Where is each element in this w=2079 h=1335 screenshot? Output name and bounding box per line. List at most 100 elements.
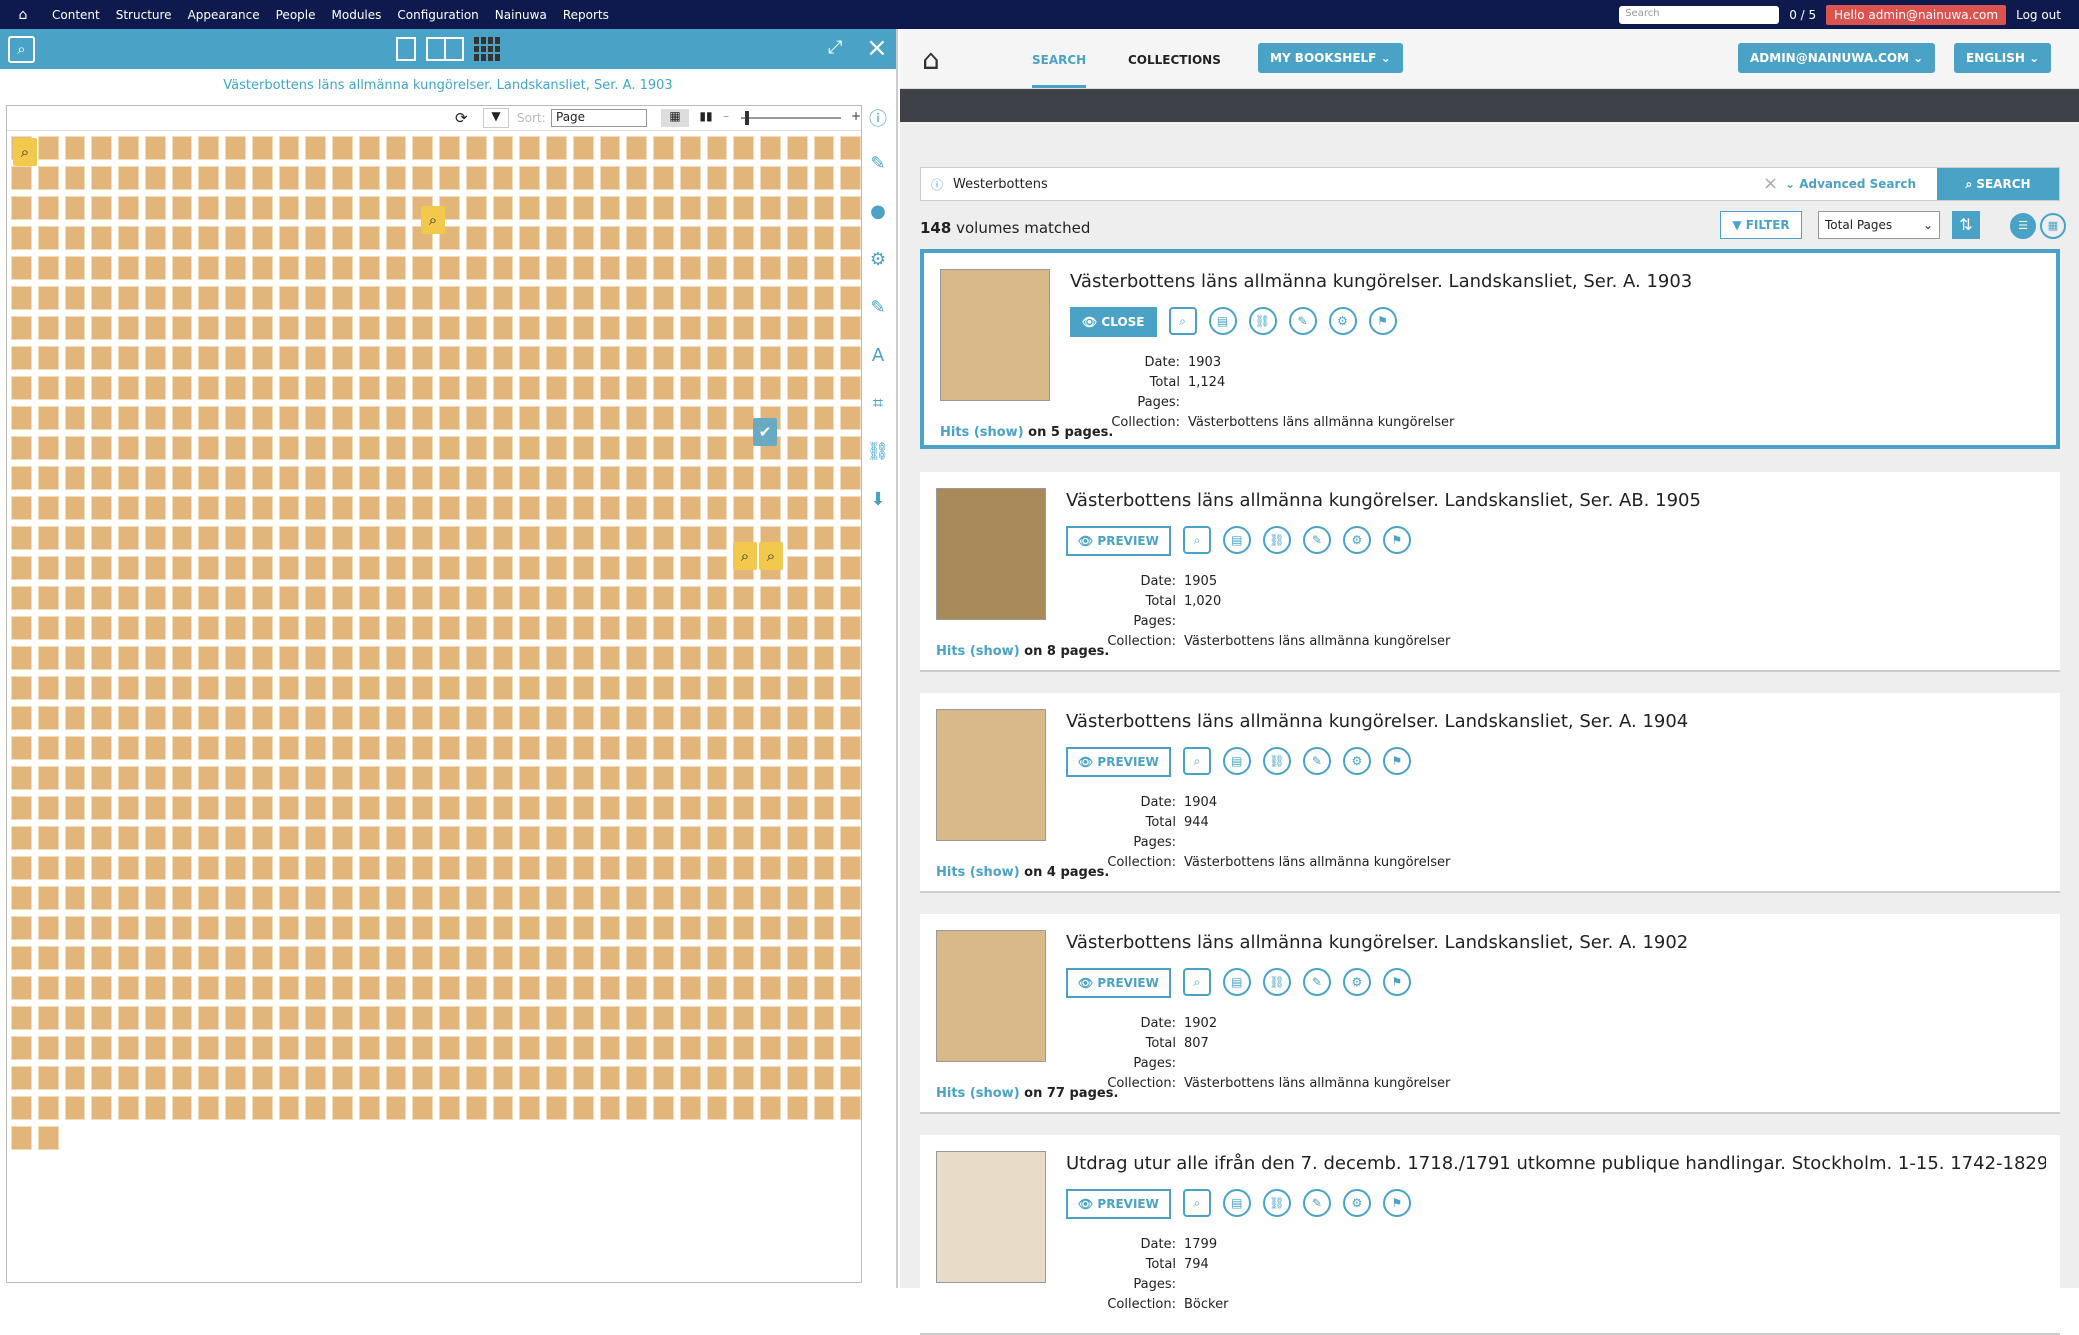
- page-thumbnail[interactable]: [225, 496, 246, 520]
- page-thumbnail[interactable]: [572, 1006, 594, 1030]
- page-thumbnail[interactable]: [546, 796, 567, 820]
- page-thumbnail[interactable]: [572, 976, 594, 1000]
- page-thumbnail[interactable]: [198, 256, 219, 280]
- page-thumbnail[interactable]: [91, 136, 112, 160]
- page-thumbnail[interactable]: [706, 526, 728, 550]
- page-thumbnail[interactable]: [385, 706, 407, 730]
- page-thumbnail[interactable]: [572, 646, 594, 670]
- page-thumbnail[interactable]: [332, 736, 353, 760]
- page-thumbnail[interactable]: [305, 646, 326, 670]
- page-thumbnail[interactable]: [278, 316, 300, 340]
- page-thumbnail[interactable]: [733, 1096, 754, 1120]
- page-thumbnail[interactable]: [706, 346, 728, 370]
- page-thumbnail[interactable]: [599, 166, 621, 190]
- page-thumbnail[interactable]: [653, 886, 674, 910]
- page-thumbnail[interactable]: [733, 496, 754, 520]
- page-thumbnail[interactable]: [305, 466, 326, 490]
- page-thumbnail[interactable]: [439, 496, 460, 520]
- page-thumbnail[interactable]: [439, 766, 460, 790]
- page-thumbnail[interactable]: [64, 736, 86, 760]
- page-thumbnail[interactable]: [465, 766, 487, 790]
- page-thumbnail[interactable]: [278, 496, 300, 520]
- page-thumbnail[interactable]: [786, 406, 808, 430]
- page-thumbnail[interactable]: [144, 586, 166, 610]
- page-thumbnail[interactable]: [626, 1006, 647, 1030]
- page-thumbnail[interactable]: [546, 886, 567, 910]
- page-thumbnail[interactable]: [653, 436, 674, 460]
- page-thumbnail[interactable]: [653, 586, 674, 610]
- page-thumbnail[interactable]: [198, 616, 219, 640]
- page-thumbnail[interactable]: [118, 496, 139, 520]
- page-thumbnail[interactable]: [546, 946, 567, 970]
- page-thumbnail[interactable]: [144, 136, 166, 160]
- page-thumbnail[interactable]: [626, 166, 647, 190]
- search-button[interactable]: ⌕ SEARCH: [1937, 168, 2059, 200]
- page-thumbnail[interactable]: [519, 856, 540, 880]
- page-thumbnail[interactable]: [251, 376, 273, 400]
- result-title[interactable]: Utdrag utur alle ifrån den 7. decemb. 17…: [1066, 1153, 2046, 1174]
- page-thumbnail[interactable]: [465, 436, 487, 460]
- page-thumbnail[interactable]: [144, 466, 166, 490]
- page-thumbnail[interactable]: [37, 1126, 59, 1150]
- page-thumbnail[interactable]: [760, 346, 781, 370]
- page-thumbnail[interactable]: [251, 466, 273, 490]
- page-thumbnail[interactable]: [733, 976, 754, 1000]
- settings-icon[interactable]: ⚙: [1342, 747, 1371, 775]
- page-thumbnail[interactable]: [546, 1036, 567, 1060]
- page-thumbnail[interactable]: [786, 856, 808, 880]
- page-thumbnail[interactable]: [519, 916, 540, 940]
- page-thumbnail[interactable]: [626, 496, 647, 520]
- page-thumbnail[interactable]: [786, 826, 808, 850]
- page-thumbnail[interactable]: [679, 1036, 701, 1060]
- page-thumbnail[interactable]: [626, 556, 647, 580]
- page-thumbnail[interactable]: [492, 856, 514, 880]
- page-thumbnail[interactable]: [91, 796, 112, 820]
- page-thumbnail[interactable]: [706, 286, 728, 310]
- page-thumbnail[interactable]: [786, 1036, 808, 1060]
- page-thumbnail[interactable]: [305, 586, 326, 610]
- link-icon[interactable]: ⛓: [1262, 1189, 1291, 1217]
- page-thumbnail[interactable]: [492, 286, 514, 310]
- page-thumbnail[interactable]: [358, 646, 380, 670]
- page-thumbnail[interactable]: [385, 346, 407, 370]
- page-thumbnail[interactable]: [144, 826, 166, 850]
- page-thumbnail[interactable]: [626, 286, 647, 310]
- page-thumbnail[interactable]: [37, 586, 59, 610]
- page-thumbnail[interactable]: [760, 736, 781, 760]
- page-thumbnail[interactable]: [251, 856, 273, 880]
- page-thumbnail[interactable]: [626, 766, 647, 790]
- page-thumbnail[interactable]: [706, 376, 728, 400]
- page-thumbnail[interactable]: [305, 916, 326, 940]
- page-thumbnail[interactable]: [439, 1036, 460, 1060]
- page-thumbnail[interactable]: [813, 526, 835, 550]
- result-title[interactable]: Västerbottens läns allmänna kungörelser.…: [1066, 490, 2046, 511]
- page-thumbnail[interactable]: [118, 346, 139, 370]
- search-hit-icon[interactable]: ⌕: [13, 138, 37, 166]
- page-thumbnail[interactable]: [305, 166, 326, 190]
- page-thumbnail[interactable]: [626, 706, 647, 730]
- page-thumbnail[interactable]: [358, 736, 380, 760]
- page-thumbnail[interactable]: [385, 496, 407, 520]
- page-thumbnail[interactable]: [572, 196, 594, 220]
- page-thumbnail[interactable]: [572, 676, 594, 700]
- page-thumbnail[interactable]: [64, 796, 86, 820]
- page-thumbnail[interactable]: [225, 196, 246, 220]
- page-thumbnail[interactable]: [251, 316, 273, 340]
- page-thumbnail[interactable]: [358, 196, 380, 220]
- page-thumbnail[interactable]: [64, 946, 86, 970]
- page-thumbnail[interactable]: [813, 616, 835, 640]
- user-menu-button[interactable]: ADMIN@NAINUWA.COM ⌄: [1738, 43, 1936, 73]
- page-thumbnail[interactable]: [653, 946, 674, 970]
- page-thumbnail[interactable]: [465, 826, 487, 850]
- page-thumbnail[interactable]: [358, 1006, 380, 1030]
- page-thumbnail[interactable]: [546, 616, 567, 640]
- page-thumbnail[interactable]: [278, 1096, 300, 1120]
- page-thumbnail[interactable]: [171, 766, 193, 790]
- page-thumbnail[interactable]: [760, 376, 781, 400]
- page-thumbnail[interactable]: [144, 886, 166, 910]
- page-thumbnail[interactable]: [706, 1066, 728, 1090]
- info-icon[interactable]: ⓘ: [931, 176, 943, 193]
- page-thumbnail[interactable]: [492, 436, 514, 460]
- page-thumbnail[interactable]: [91, 706, 112, 730]
- page-thumbnail[interactable]: [144, 436, 166, 460]
